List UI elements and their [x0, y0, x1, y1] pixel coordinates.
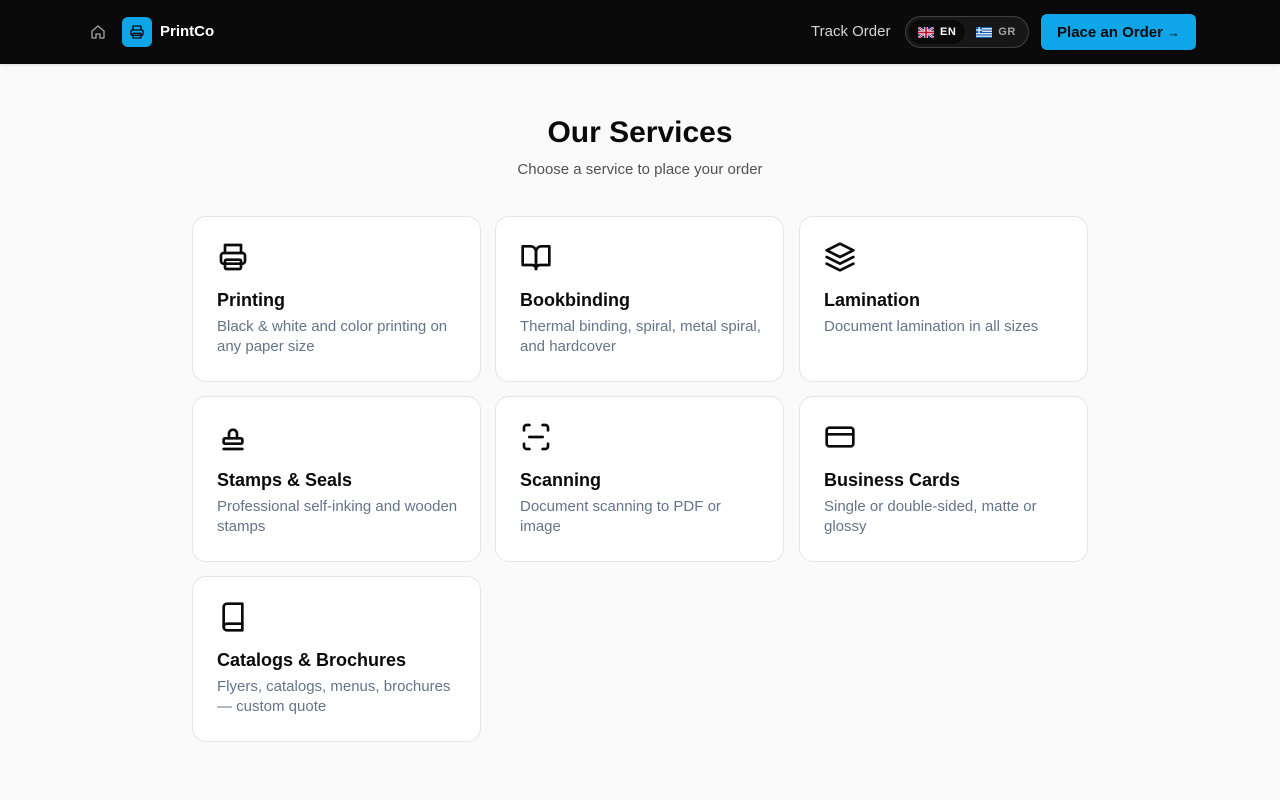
service-card-stamps[interactable]: Stamps & Seals Professional self-inking …: [192, 396, 481, 562]
arrow-right-icon: →: [1166, 24, 1180, 40]
service-card-business-cards[interactable]: Business Cards Single or double-sided, m…: [799, 396, 1088, 562]
service-description: Document lamination in all sizes: [824, 318, 1039, 335]
service-title: Printing: [217, 290, 285, 310]
language-en-label: EN: [940, 26, 957, 38]
service-description: Flyers, catalogs, menus, brochures — cus…: [217, 678, 451, 715]
place-order-label: Place an Order: [1057, 23, 1163, 41]
service-card-lamination[interactable]: Lamination Document lamination in all si…: [799, 216, 1088, 382]
greece-flag-icon: [976, 26, 993, 38]
service-card-printing[interactable]: Printing Black & white and color printin…: [192, 216, 481, 382]
service-card-scanning[interactable]: Scanning Document scanning to PDF or ima…: [495, 396, 784, 562]
page-title: Our Services: [547, 116, 733, 149]
service-title: Stamps & Seals: [217, 470, 353, 490]
book-icon: [222, 602, 244, 632]
open-book-icon: [521, 245, 551, 271]
service-card-bookbinding[interactable]: Bookbinding Thermal binding, spiral, met…: [495, 216, 784, 382]
page-subtitle: Choose a service to place your order: [517, 161, 763, 178]
service-description: Single or double-sided, matte or glossy: [824, 498, 1037, 535]
service-title: Scanning: [520, 470, 602, 490]
service-title: Bookbinding: [520, 290, 630, 310]
language-gr-button[interactable]: GR: [967, 20, 1025, 44]
service-description: Professional self-inking and wooden stam…: [217, 498, 458, 535]
place-order-button[interactable]: Place an Order →: [1041, 14, 1196, 50]
brand-name[interactable]: PrintCo: [160, 23, 214, 41]
scan-icon: [522, 423, 550, 451]
service-description: Thermal binding, spiral, metal spiral, a…: [520, 318, 761, 355]
uk-flag-icon: [918, 26, 934, 38]
track-order-link[interactable]: Track Order: [811, 23, 890, 41]
service-description: Black & white and color printing on any …: [217, 318, 448, 355]
service-title: Business Cards: [824, 470, 961, 490]
language-toggle: EN GR: [905, 16, 1029, 48]
printer-icon: [130, 25, 144, 39]
printer-icon: [219, 243, 247, 271]
top-navbar: PrintCo Track Order EN GR Place an Order…: [0, 0, 1280, 64]
service-title: Lamination: [824, 290, 921, 310]
language-en-button[interactable]: EN: [909, 20, 966, 44]
card-icon: [825, 426, 855, 448]
service-description: Document scanning to PDF or image: [520, 498, 721, 535]
language-gr-label: GR: [998, 26, 1016, 38]
logo[interactable]: [122, 17, 152, 47]
stamp-icon: [222, 428, 244, 451]
home-button[interactable]: [88, 22, 108, 42]
service-card-catalogs[interactable]: Catalogs & Brochures Flyers, catalogs, m…: [192, 576, 481, 742]
layers-icon: [825, 242, 855, 272]
home-icon: [91, 25, 105, 39]
service-title: Catalogs & Brochures: [217, 650, 407, 670]
